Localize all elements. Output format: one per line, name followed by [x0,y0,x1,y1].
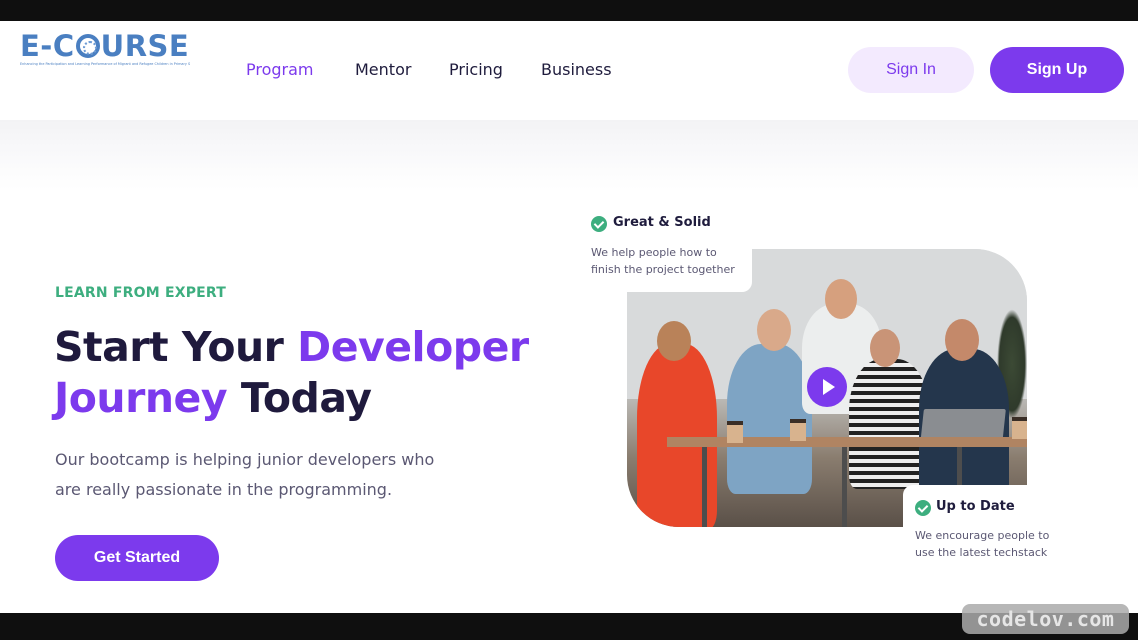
globe-people-icon [75,34,100,58]
card-title: Great & Solid [613,215,711,230]
photo-table-leg [842,447,847,527]
hero-description: Our bootcamp is helping junior developer… [55,445,475,505]
description-line-1: Our bootcamp is helping junior developer… [55,450,435,469]
header-shadow [0,120,1138,190]
top-letterbox-bar [0,0,1138,21]
card-text-line-2: use the latest techstack [915,546,1048,559]
photo-person-striped [849,359,929,489]
feature-card-great-solid: Great & Solid We help people how to fini… [580,205,752,292]
check-circle-icon [591,216,607,232]
nav-item-program[interactable]: Program [246,59,314,81]
card-text-line-1: We help people how to [591,246,717,259]
nav-item-business[interactable]: Business [541,59,612,81]
description-line-2: are really passionate in the programming… [55,480,393,499]
watermark: codelov.com [962,604,1129,634]
headline-part1: Start Your [54,323,298,371]
photo-table-leg [702,447,707,527]
photo-head [657,321,691,361]
photo-head [870,329,900,367]
logo-wordmark: E-C URSE [20,29,189,63]
play-video-button[interactable] [807,367,847,407]
check-circle-icon [915,500,931,516]
play-icon [822,379,835,395]
headline-accent-developer: Developer [297,323,529,371]
feature-card-up-to-date: Up to Date We encourage people to use th… [903,485,1083,575]
photo-coffee-cup [727,421,743,443]
hero-eyebrow: LEARN FROM EXPERT [55,285,227,301]
photo-head [757,309,791,351]
photo-coffee-cup [1012,417,1027,439]
card-text-line-1: We encourage people to [915,529,1050,542]
nav-item-mentor[interactable]: Mentor [355,59,411,81]
card-title: Up to Date [936,499,1015,514]
nav-item-pricing[interactable]: Pricing [449,59,503,81]
sign-up-button[interactable]: Sign Up [990,47,1124,93]
headline-part2: Today [227,374,372,422]
photo-head [945,319,979,361]
photo-table [667,437,1027,447]
hero-headline: Start Your Developer Journey Today [54,322,529,424]
logo[interactable]: E-C URSE Enhancing the Participation and … [20,29,195,74]
logo-text-end: URSE [100,29,190,63]
sign-in-button[interactable]: Sign In [848,47,974,93]
photo-head [825,279,857,319]
photo-coffee-cup [790,419,806,441]
logo-tagline: Enhancing the Participation and Learning… [20,62,190,66]
logo-text-start: E-C [20,29,75,63]
card-text-line-2: finish the project together [591,263,735,276]
headline-accent-journey: Journey [54,374,228,422]
get-started-button[interactable]: Get Started [55,535,219,581]
